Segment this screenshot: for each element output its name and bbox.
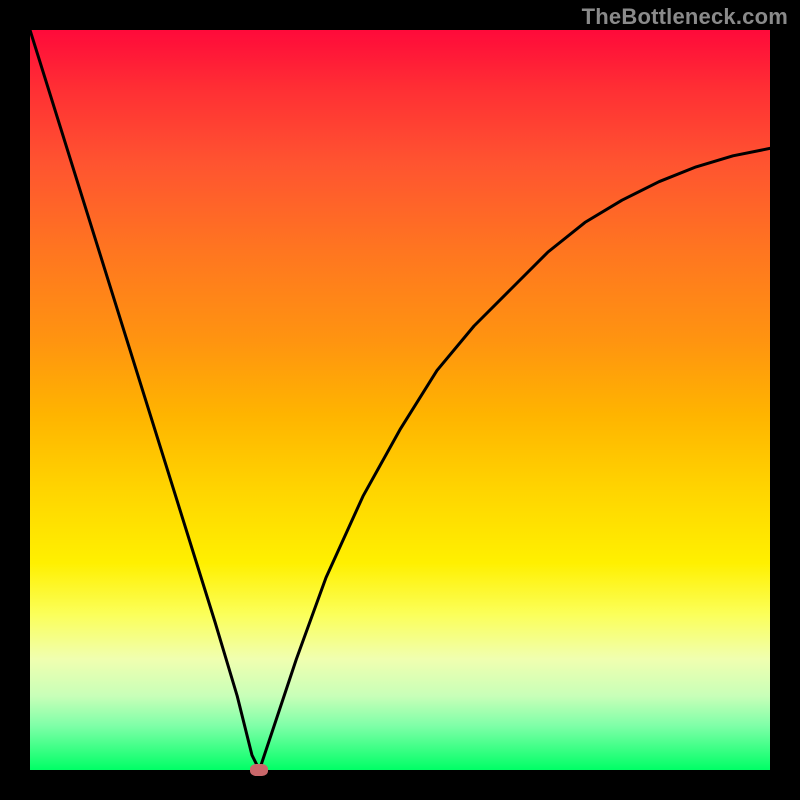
watermark-text: TheBottleneck.com [582, 4, 788, 30]
right-branch-curve [259, 148, 770, 770]
plot-area [30, 30, 770, 770]
curve-layer [30, 30, 770, 770]
minimum-marker [250, 764, 268, 776]
chart-frame: TheBottleneck.com [0, 0, 800, 800]
left-branch-curve [30, 30, 259, 770]
